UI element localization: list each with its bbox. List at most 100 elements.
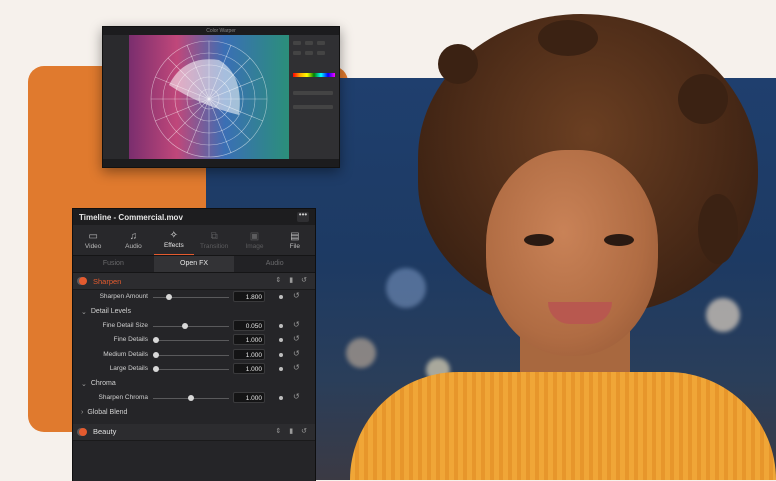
file-icon: ▤	[290, 230, 300, 242]
param-label: Fine Details	[113, 336, 148, 344]
effects-subtabs: Fusion Open FX Audio	[73, 256, 315, 273]
slider-track[interactable]	[153, 368, 229, 370]
param-row-fine-detail-size: Fine Detail Size 0.050 ↺	[73, 319, 315, 333]
keyframe-dot[interactable]	[279, 352, 283, 357]
sharpen-enable-toggle[interactable]	[79, 277, 87, 285]
warper-mesh-canvas[interactable]	[129, 35, 289, 159]
sharpen-title: Sharpen	[93, 276, 122, 286]
slider-knob[interactable]	[188, 394, 194, 401]
tool-button[interactable]	[293, 51, 301, 55]
keyframe-dot[interactable]	[279, 395, 283, 400]
sweater	[350, 372, 776, 480]
subtab-fusion[interactable]: Fusion	[73, 256, 154, 272]
param-row-large-details: Large Details 1.000 ↺	[73, 362, 315, 376]
slider-knob[interactable]	[153, 365, 159, 372]
sharpen-section-header[interactable]: Sharpen ⇕ ▮ ↺	[73, 273, 315, 290]
beauty-section-header[interactable]: Beauty ⇕ ▮ ↺	[73, 423, 315, 441]
value-field[interactable]: 0.050	[233, 319, 265, 331]
chevron-right-icon: ›	[81, 408, 84, 416]
chroma-group[interactable]: ⌄ Chroma	[73, 376, 315, 390]
image-icon: ▣	[249, 230, 260, 242]
slider-knob[interactable]	[182, 322, 189, 329]
left-eye	[524, 234, 554, 246]
param-row-medium-details: Medium Details 1.000 ↺	[73, 348, 315, 362]
bokeh-light	[386, 268, 426, 308]
hue-strip[interactable]	[293, 73, 335, 77]
detail-levels-group[interactable]: ⌄ Detail Levels	[73, 304, 315, 318]
tab-label: Transition	[199, 242, 229, 250]
value-field[interactable]: 1.000	[233, 391, 265, 403]
param-row-sharpen-chroma: Sharpen Chroma 1.000 ↺	[73, 391, 315, 405]
updown-icon[interactable]: ⇕	[275, 276, 281, 284]
tab-video[interactable]: ▭ Video	[73, 225, 113, 255]
tab-effects[interactable]: ✧ Effects	[153, 225, 194, 255]
reset-icon[interactable]: ↺	[293, 349, 300, 358]
slider-track[interactable]	[153, 340, 229, 342]
subtab-open-fx[interactable]: Open FX	[153, 256, 235, 272]
keyframe-dot[interactable]	[279, 295, 283, 299]
reset-icon[interactable]: ↺	[293, 334, 300, 343]
warper-titlebar: Color Warper	[103, 27, 339, 35]
reset-icon[interactable]: ↺	[293, 363, 300, 372]
value-field[interactable]: 1.000	[233, 334, 265, 346]
param-label: Medium Details	[103, 350, 148, 358]
slider-knob[interactable]	[153, 351, 159, 358]
tool-button[interactable]	[305, 41, 313, 45]
keyframe-dot[interactable]	[279, 338, 283, 343]
hair-curl	[698, 194, 738, 264]
option-dropdown[interactable]	[293, 91, 333, 95]
slider-track[interactable]	[153, 354, 229, 356]
slider-knob[interactable]	[165, 294, 172, 300]
tab-audio[interactable]: ♫ Audio	[113, 225, 153, 255]
group-label: Global Blend	[87, 408, 128, 416]
tab-image[interactable]: ▣ Image	[234, 225, 274, 255]
hair-curl	[678, 74, 728, 124]
value-field[interactable]: 1.800	[233, 291, 265, 302]
more-options-button[interactable]: •••	[297, 211, 309, 222]
trash-icon[interactable]: ▮	[289, 276, 293, 284]
keyframe-dot[interactable]	[279, 366, 283, 371]
video-icon: ▭	[88, 230, 98, 242]
warper-controls	[289, 35, 339, 159]
slider-knob[interactable]	[153, 337, 159, 344]
tool-button[interactable]	[317, 41, 325, 45]
group-label: Detail Levels	[90, 308, 131, 316]
updown-icon[interactable]: ⇕	[275, 427, 281, 435]
tab-transition[interactable]: ⧉ Transition	[194, 225, 234, 255]
slider-track[interactable]	[153, 325, 229, 327]
group-label: Chroma	[90, 380, 116, 388]
value-field[interactable]: 1.000	[233, 348, 265, 360]
tool-button[interactable]	[305, 51, 313, 55]
tab-label: Video	[84, 242, 102, 250]
global-blend-group[interactable]: › Global Blend	[73, 405, 315, 419]
param-row-sharpen-amount: Sharpen Amount 1.800 ↺	[73, 290, 315, 304]
color-warper-window: Color Warper	[102, 26, 340, 168]
music-icon: ♫	[129, 230, 138, 242]
reset-icon[interactable]: ↺	[293, 291, 300, 300]
inspector-header: Timeline - Commercial.mov •••	[73, 209, 315, 225]
warper-footer	[103, 159, 339, 167]
tool-button[interactable]	[317, 51, 325, 55]
subtab-audio[interactable]: Audio	[234, 256, 315, 272]
reset-icon[interactable]: ↺	[293, 320, 300, 329]
tab-label: Image	[245, 242, 264, 250]
slider-track[interactable]	[153, 297, 229, 298]
transition-icon: ⧉	[210, 230, 218, 242]
warper-mesh	[150, 40, 268, 158]
hair-curl	[538, 20, 598, 56]
trash-icon[interactable]: ▮	[289, 427, 293, 435]
reset-icon[interactable]: ↺	[301, 276, 307, 284]
reset-icon[interactable]: ↺	[293, 392, 300, 401]
tab-file[interactable]: ▤ File	[275, 225, 315, 255]
tab-label: File	[289, 242, 301, 250]
hair-curl	[438, 44, 478, 84]
inspector-panel: Timeline - Commercial.mov ••• ▭ Video ♫ …	[72, 208, 316, 481]
beauty-enable-toggle[interactable]	[79, 427, 87, 436]
tool-button[interactable]	[293, 41, 301, 45]
sharpen-header-icons: ⇕ ▮ ↺	[275, 276, 307, 284]
value-field[interactable]: 1.000	[233, 362, 265, 374]
option-dropdown[interactable]	[293, 105, 333, 109]
keyframe-dot[interactable]	[279, 323, 283, 328]
right-eye	[604, 234, 634, 246]
reset-icon[interactable]: ↺	[301, 427, 307, 435]
